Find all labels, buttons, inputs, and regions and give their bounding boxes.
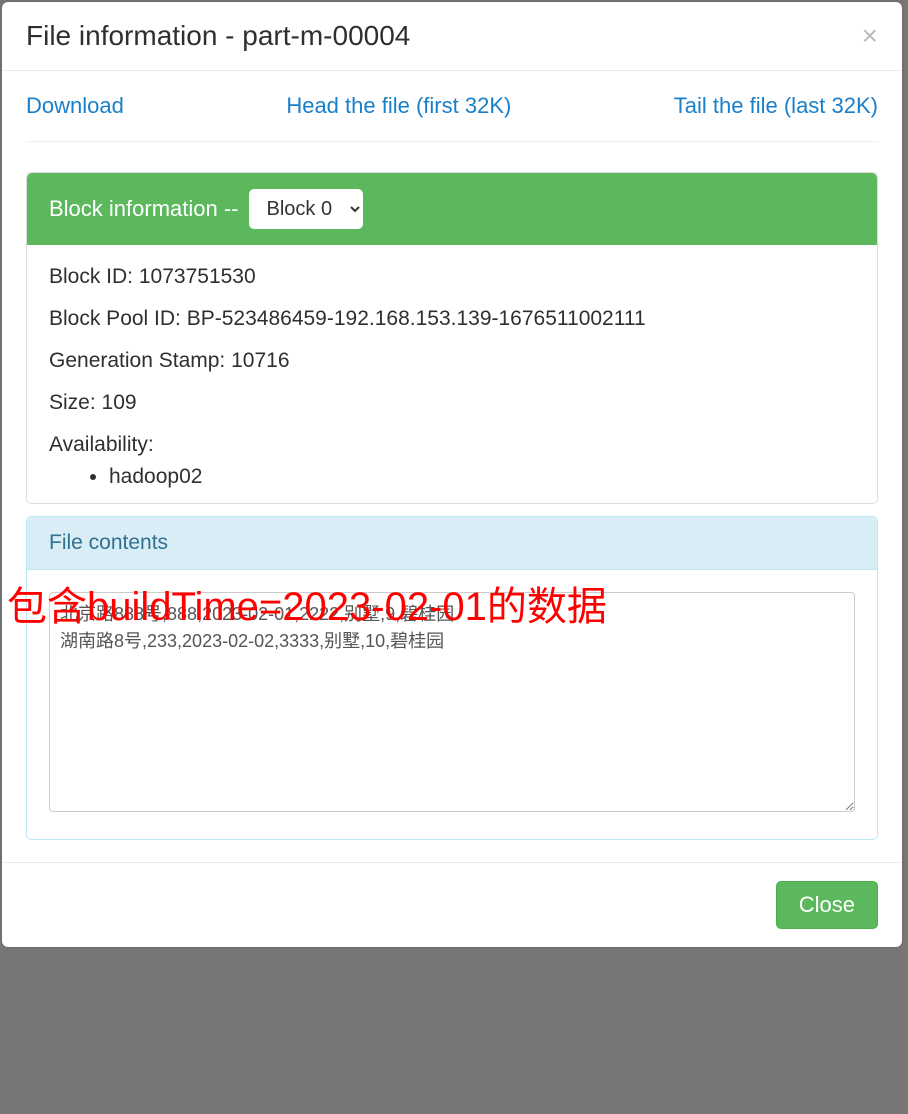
- modal-header: File information - part-m-00004 ×: [2, 2, 902, 71]
- modal-title: File information - part-m-00004: [26, 20, 410, 52]
- size-value: 109: [102, 391, 137, 414]
- block-id-label: Block ID:: [49, 265, 133, 288]
- download-link[interactable]: Download: [26, 93, 124, 119]
- block-info-heading: Block information -- Block 0: [27, 173, 877, 245]
- modal-body: Download Head the file (first 32K) Tail …: [2, 71, 902, 862]
- block-info-panel: Block information -- Block 0 Block ID: 1…: [26, 172, 878, 504]
- size-label: Size:: [49, 391, 96, 414]
- file-contents-textarea[interactable]: [49, 592, 855, 812]
- modal-footer: Close: [2, 862, 902, 947]
- file-contents-body: [27, 570, 877, 839]
- file-info-modal: File information - part-m-00004 × Downlo…: [2, 2, 902, 947]
- action-links-row: Download Head the file (first 32K) Tail …: [26, 93, 878, 142]
- block-id-value: 1073751530: [139, 265, 256, 288]
- block-pool-id-value: BP-523486459-192.168.153.139-16765110021…: [187, 307, 646, 330]
- file-contents-heading: File contents: [27, 517, 877, 570]
- block-info-heading-label: Block information --: [49, 196, 239, 222]
- head-file-link[interactable]: Head the file (first 32K): [286, 93, 511, 119]
- block-id-line: Block ID: 1073751530: [49, 265, 855, 289]
- block-select[interactable]: Block 0: [249, 189, 363, 229]
- availability-label: Availability:: [49, 433, 154, 456]
- file-contents-panel: File contents: [26, 516, 878, 840]
- availability-node: hadoop02: [109, 465, 855, 489]
- generation-stamp-line: Generation Stamp: 10716: [49, 349, 855, 373]
- availability-list: hadoop02: [49, 465, 855, 489]
- close-icon[interactable]: ×: [862, 22, 878, 50]
- tail-file-link[interactable]: Tail the file (last 32K): [674, 93, 878, 119]
- availability-line: Availability:: [49, 433, 855, 457]
- size-line: Size: 109: [49, 391, 855, 415]
- block-pool-id-label: Block Pool ID:: [49, 307, 181, 330]
- generation-stamp-value: 10716: [231, 349, 289, 372]
- generation-stamp-label: Generation Stamp:: [49, 349, 225, 372]
- block-info-body: Block ID: 1073751530 Block Pool ID: BP-5…: [27, 245, 877, 503]
- block-pool-id-line: Block Pool ID: BP-523486459-192.168.153.…: [49, 307, 855, 331]
- close-button[interactable]: Close: [776, 881, 878, 929]
